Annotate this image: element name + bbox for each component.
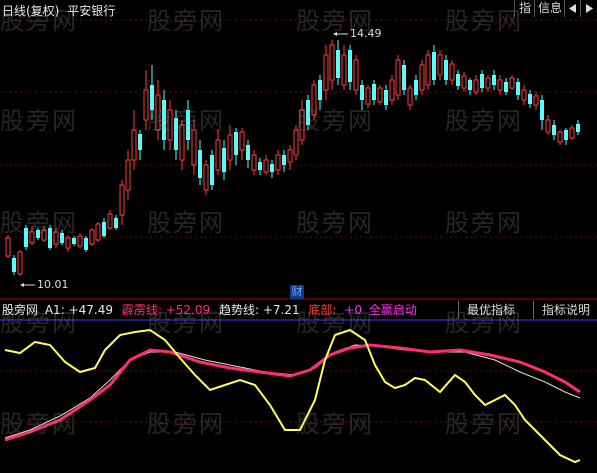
pili-label: 霹雳线: (121, 303, 162, 317)
price-grid (0, 19, 597, 423)
info-button[interactable]: 信息 (534, 0, 565, 17)
finance-badge[interactable]: 财 (290, 285, 304, 299)
high-price-label: 14.49 (350, 27, 382, 40)
indicator-help-button[interactable]: 指标说明 (533, 301, 597, 319)
indicator-yellow-line (4, 328, 581, 464)
indicator-name: 股旁网 (2, 303, 39, 317)
triangle-right-icon (586, 4, 593, 13)
bottom-value: +0 (344, 303, 362, 317)
chart-title: 日线(复权) 平安银行 (2, 2, 115, 19)
pili-value: +52.09 (165, 303, 211, 317)
triangle-left-icon (569, 4, 576, 13)
bottom-label: 底部: (308, 303, 337, 317)
high-marker (333, 32, 348, 36)
low-marker (20, 283, 35, 287)
best-indicator-button[interactable]: 最优指标 (458, 301, 523, 319)
period-label: 日线(复权) (2, 4, 60, 18)
trend-label: 趋势线: (218, 303, 259, 317)
trend-value: +7.21 (262, 303, 300, 317)
indicator-button[interactable]: 指 (514, 0, 535, 17)
a1-value: +47.49 (68, 303, 113, 317)
indicator-white-line (4, 344, 581, 439)
low-price-label: 10.01 (37, 278, 69, 291)
stock-name: 平安银行 (67, 4, 116, 18)
fullstart-label: 全赢启动 (368, 303, 417, 317)
indicator-legend: 股旁网 A1: +47.49 霹雳线: +52.09 趋势线: +7.21 底部… (0, 301, 417, 319)
a1-label: A1: (44, 303, 65, 317)
nav-right-button[interactable] (580, 0, 597, 17)
chart-canvas[interactable] (0, 0, 597, 473)
candlestick-series (5, 40, 580, 276)
nav-left-button[interactable] (564, 0, 581, 17)
